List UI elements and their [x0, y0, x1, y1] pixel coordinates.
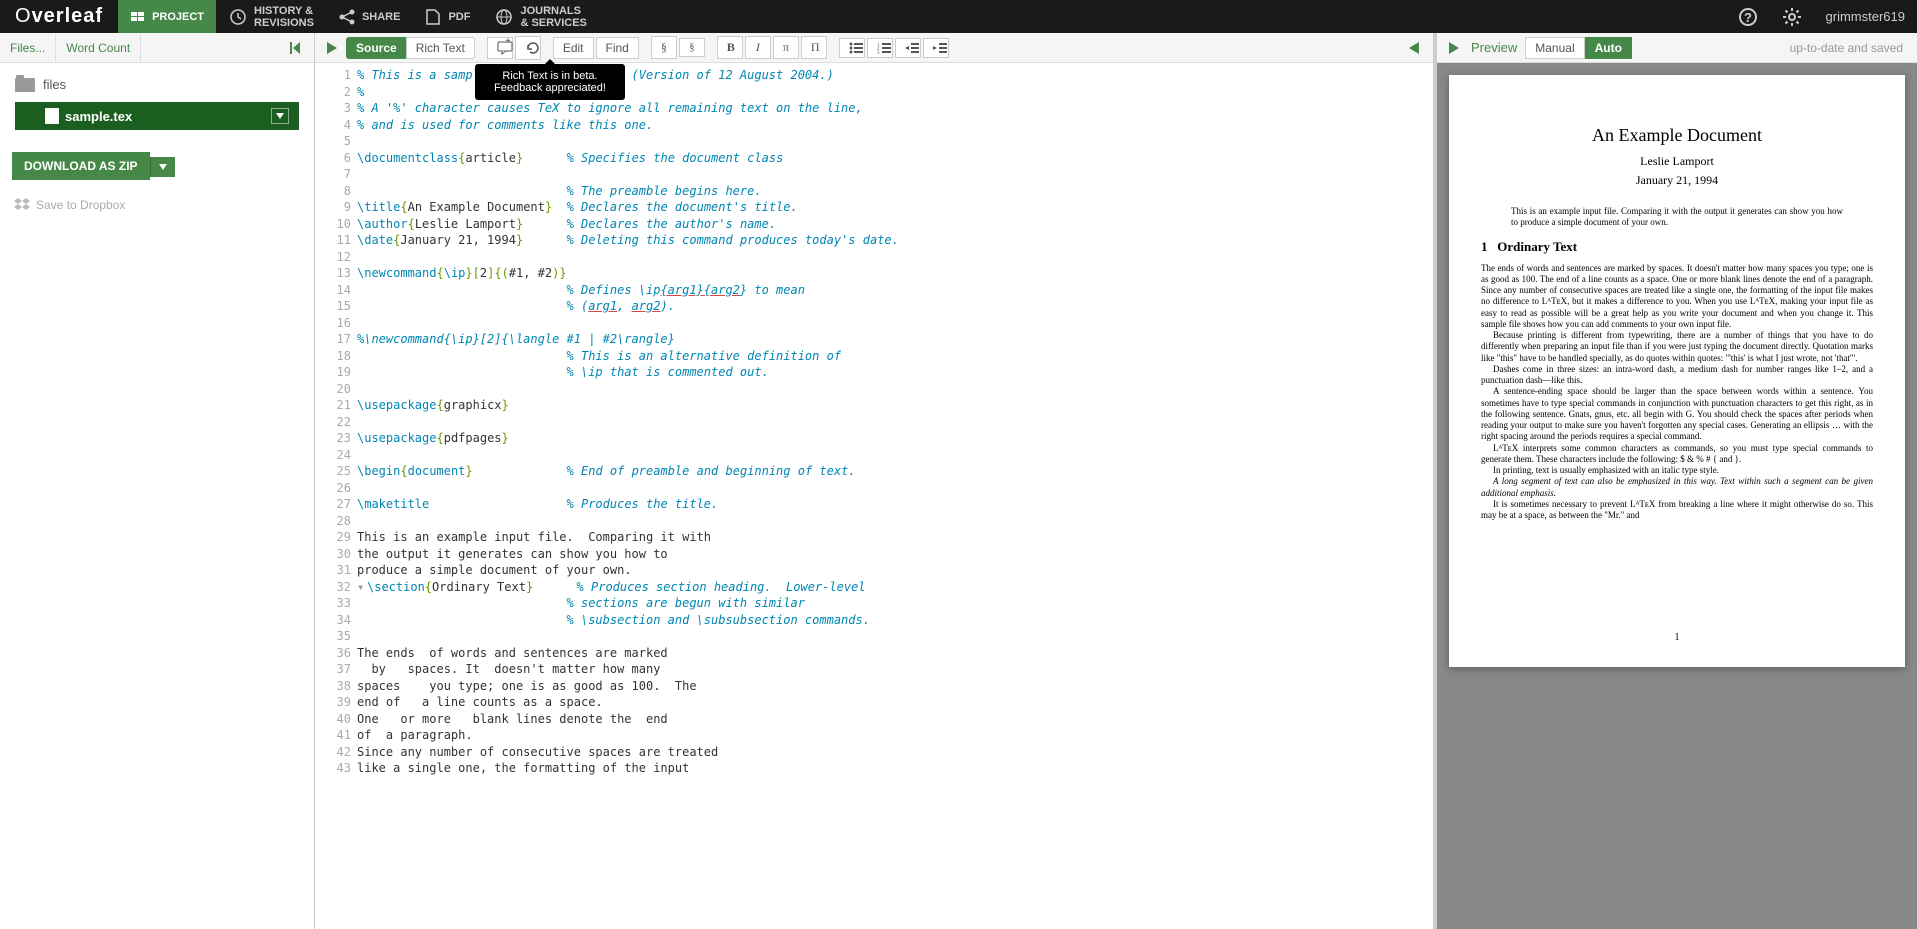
edit-button[interactable]: Edit [553, 37, 594, 59]
source-button[interactable]: Source [346, 37, 407, 59]
folder-root[interactable]: files [15, 73, 299, 96]
save-dropbox-button[interactable]: Save to Dropbox [0, 192, 314, 218]
settings-button[interactable] [1770, 0, 1814, 33]
triangle-right-icon [325, 40, 339, 56]
find-button[interactable]: Find [596, 37, 639, 59]
italic-button[interactable]: I [745, 36, 771, 59]
doc-abstract: This is an example input file. Comparing… [1511, 206, 1843, 229]
file-options-dropdown[interactable] [271, 108, 289, 124]
folder-icon [15, 78, 35, 92]
auto-button[interactable]: Auto [1585, 37, 1632, 59]
triangle-right-icon [1447, 40, 1461, 56]
preview-pane: Preview Manual Auto up-to-date and saved… [1437, 33, 1917, 929]
download-zip-button[interactable]: DOWNLOAD AS ZIP [12, 152, 150, 180]
chevron-down-icon [276, 113, 284, 119]
triangle-left-icon [1407, 40, 1421, 56]
code-content[interactable]: % This is a sample LaTeX input file. (Ve… [357, 63, 899, 929]
sidebar-collapse-button[interactable] [280, 39, 314, 57]
gear-icon [1782, 7, 1802, 27]
editor-toolbar: Source Rich Text + Edit Find § § B I π Π… [315, 33, 1433, 63]
top-toolbar: Overleaf PROJECT HISTORY &REVISIONS SHAR… [0, 0, 1917, 33]
svg-text:?: ? [1744, 10, 1752, 25]
nav-history[interactable]: HISTORY &REVISIONS [216, 0, 326, 33]
richtext-tooltip: Rich Text is in beta. Feedback appreciat… [475, 64, 625, 100]
richtext-button[interactable]: Rich Text [406, 37, 475, 59]
doc-author: Leslie Lamport [1481, 154, 1873, 169]
comment-button[interactable]: + [487, 37, 513, 59]
nav-project[interactable]: PROJECT [118, 0, 216, 33]
doc-date: January 21, 1994 [1481, 173, 1873, 188]
file-sample-tex[interactable]: sample.tex [15, 102, 299, 130]
line-gutter: 1234567891011121314151617181920212223242… [315, 63, 357, 929]
expand-left-button[interactable] [321, 40, 343, 56]
dropbox-icon [14, 198, 30, 212]
list-ol-icon: 123 [877, 42, 891, 54]
history-button[interactable] [515, 36, 541, 60]
preview-toolbar: Preview Manual Auto up-to-date and saved [1437, 33, 1917, 63]
files-tab[interactable]: Files... [0, 35, 56, 61]
download-options-dropdown[interactable] [150, 157, 175, 177]
doc-body: The ends of words and sentences are mark… [1481, 263, 1873, 522]
editor-pane: Source Rich Text + Edit Find § § B I π Π… [315, 33, 1437, 929]
bold-button[interactable]: B [717, 36, 743, 59]
pi-button[interactable]: π [773, 36, 799, 59]
wordcount-tab[interactable]: Word Count [56, 35, 141, 61]
svg-text:3: 3 [877, 51, 880, 54]
collapse-left-icon [288, 39, 306, 57]
big-pi-button[interactable]: Π [801, 36, 827, 59]
page-number: 1 [1449, 632, 1905, 643]
overleaf-logo[interactable]: Overleaf [0, 0, 118, 33]
list-ul-icon [849, 42, 863, 54]
share-icon [338, 8, 356, 26]
help-button[interactable]: ? [1726, 0, 1770, 33]
preview-recompile-button[interactable]: Preview [1465, 40, 1523, 55]
pdf-icon [424, 8, 442, 26]
number-list-button[interactable]: 123 [867, 38, 893, 58]
indent-button[interactable] [923, 38, 949, 58]
code-editor[interactable]: 1234567891011121314151617181920212223242… [315, 63, 1433, 929]
expand-right-button[interactable] [1401, 40, 1427, 56]
file-icon [45, 108, 59, 124]
save-status: up-to-date and saved [1790, 41, 1911, 55]
user-menu[interactable]: grimmster619 [1814, 0, 1917, 33]
file-sidebar: Files... Word Count files sample.tex DOW… [0, 33, 315, 929]
indent-icon [933, 42, 947, 54]
pdf-viewer[interactable]: An Example Document Leslie Lamport Janua… [1437, 63, 1917, 929]
outdent-icon [905, 42, 919, 54]
nav-pdf[interactable]: PDF [412, 0, 482, 33]
chevron-down-icon [159, 164, 167, 170]
globe-icon [494, 7, 514, 27]
nav-share[interactable]: SHARE [326, 0, 413, 33]
section-button[interactable]: § [651, 36, 677, 59]
doc-section-heading: 1 Ordinary Text [1481, 239, 1873, 255]
nav-journals[interactable]: JOURNALS& SERVICES [482, 0, 598, 33]
outdent-button[interactable] [895, 38, 921, 58]
history-icon [228, 7, 248, 27]
subsection-button[interactable]: § [679, 38, 705, 57]
undo-history-icon [525, 40, 541, 56]
project-icon [130, 9, 146, 25]
preview-expand-button[interactable] [1443, 40, 1465, 56]
manual-button[interactable]: Manual [1525, 37, 1584, 59]
doc-title: An Example Document [1481, 125, 1873, 146]
bullet-list-button[interactable] [839, 38, 865, 58]
help-icon: ? [1738, 7, 1758, 27]
pdf-page-1: An Example Document Leslie Lamport Janua… [1449, 75, 1905, 667]
